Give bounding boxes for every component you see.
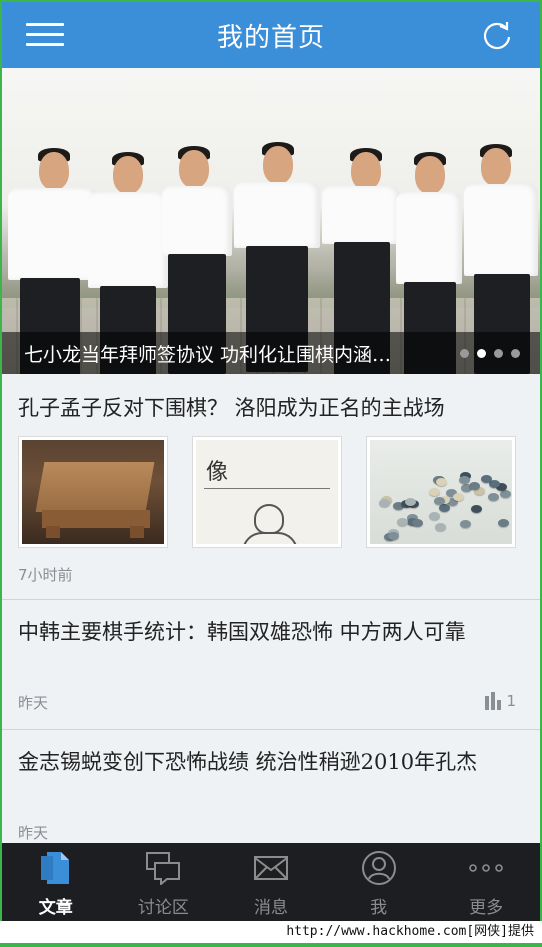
more-dots-icon (469, 864, 503, 872)
go-stone (436, 477, 448, 486)
go-stone (378, 498, 390, 507)
page-title: 我的首页 (216, 22, 325, 53)
tab-label: 消息 (253, 898, 288, 918)
go-stone (397, 517, 409, 526)
hamburger-menu-icon (26, 23, 64, 26)
article-item[interactable]: 孔子孟子反对下围棋？ 洛阳成为正名的主战场 像 7小时前 (2, 374, 540, 600)
tab-more[interactable]: 更多 (432, 843, 540, 923)
app-frame: 我的首页 七小龙当年拜师签协议 功利化让围棋内涵… 孔子孟子反对下围棋？ 洛阳成… (0, 0, 542, 947)
go-stone (428, 488, 440, 497)
tab-label: 文章 (38, 898, 73, 918)
go-stone (429, 512, 441, 521)
go-stone (452, 492, 464, 501)
go-stone (487, 492, 499, 501)
tab-discussion[interactable]: 讨论区 (110, 843, 218, 923)
article-time: 昨天 (18, 824, 49, 842)
thumbnail-ancient-print[interactable]: 像 (192, 436, 342, 548)
go-stone (458, 475, 470, 484)
carousel-dot[interactable] (494, 349, 503, 358)
go-stone (459, 519, 471, 528)
bar-chart-icon (485, 692, 502, 710)
tab-articles[interactable]: 文章 (2, 843, 110, 923)
tab-label: 讨论区 (137, 898, 189, 918)
thumbnail-go-stones[interactable] (366, 436, 516, 548)
user-icon (361, 851, 396, 885)
stat-value: 1 (506, 692, 516, 710)
article-headline: 孔子孟子反对下围棋？ 洛阳成为正名的主战场 (18, 396, 445, 420)
go-stone (433, 497, 445, 506)
thumbnail-go-board[interactable] (18, 436, 168, 548)
tab-me[interactable]: 我 (325, 843, 433, 923)
refresh-button[interactable] (480, 18, 514, 52)
article-thumbnails: 像 (18, 436, 516, 548)
document-icon (40, 852, 69, 884)
bottom-tab-bar: 文章 讨论区 消息 我 更多 (2, 843, 540, 923)
article-time: 7小时前 (18, 566, 73, 584)
article-headline: 中韩主要棋手统计：韩国双雄恐怖 中方两人可靠 (18, 620, 466, 644)
headline-carousel[interactable]: 七小龙当年拜师签协议 功利化让围棋内涵… (2, 68, 540, 374)
go-stone (470, 504, 482, 513)
go-stone (434, 522, 446, 531)
refresh-icon (483, 22, 511, 50)
carousel-caption-bar: 七小龙当年拜师签协议 功利化让围棋内涵… (2, 332, 540, 374)
tab-label: 我 (370, 898, 388, 918)
article-item[interactable]: 中韩主要棋手统计：韩国双雄恐怖 中方两人可靠 昨天 1 (2, 600, 540, 730)
carousel-dot[interactable] (460, 349, 469, 358)
carousel-dot-active[interactable] (477, 349, 486, 358)
go-stone (411, 519, 423, 528)
top-bar: 我的首页 (2, 2, 540, 68)
article-item[interactable]: 金志锡蜕变创下恐怖战绩 统治性稍逊2010年孔杰 昨天 (2, 730, 540, 860)
menu-button[interactable] (26, 22, 64, 48)
go-stone (387, 531, 399, 540)
carousel-indicator[interactable] (460, 349, 520, 358)
chat-bubbles-icon (146, 852, 181, 885)
article-time: 昨天 (18, 694, 49, 712)
article-headline: 金志锡蜕变创下恐怖战绩 统治性稍逊2010年孔杰 (18, 750, 478, 774)
carousel-dot[interactable] (511, 349, 520, 358)
go-stone (498, 518, 510, 527)
carousel-caption: 七小龙当年拜师签协议 功利化让围棋内涵… (24, 343, 392, 366)
go-stone (404, 497, 416, 506)
article-stat: 1 (484, 692, 516, 710)
watermark: http://www.hackhome.com[网侠]提供 (0, 921, 542, 943)
envelope-icon (253, 856, 288, 880)
tab-label: 更多 (469, 898, 504, 918)
tab-messages[interactable]: 消息 (217, 843, 325, 923)
article-feed: 孔子孟子反对下围棋？ 洛阳成为正名的主战场 像 7小时前 中韩主要棋手统计：韩国… (2, 374, 540, 860)
